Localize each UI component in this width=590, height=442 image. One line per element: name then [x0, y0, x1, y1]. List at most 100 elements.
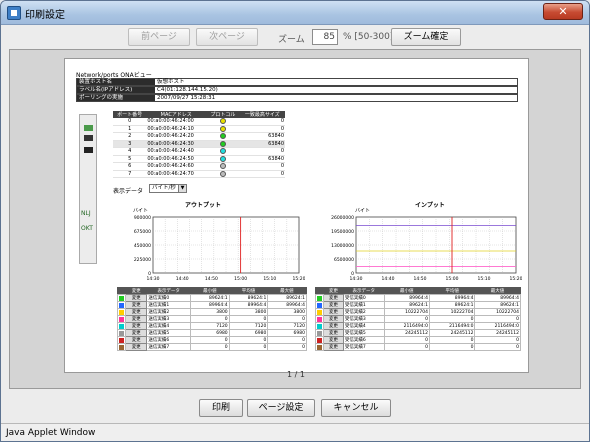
info-key: ポーリングの実施 [77, 95, 155, 101]
stats-row: 変更 送信実績7 0 0 0 [117, 343, 307, 351]
print-button[interactable]: 印刷 [199, 399, 243, 417]
port-number: 4 [113, 147, 147, 156]
min-value: 89964:4 [383, 294, 431, 302]
change-button[interactable]: 変更 [323, 301, 344, 309]
port-row[interactable]: 0 00:a0:00:46:24:00 0 [113, 118, 285, 126]
info-row-host: 装置ホスト名 仮想ホスト [76, 78, 518, 86]
stats-row: 変更 受信実績6 0 0 0 [315, 336, 521, 344]
port-row[interactable]: 6 00:a0:00:46:24:60 0 [113, 162, 285, 171]
status-icon [219, 125, 226, 132]
port-row[interactable]: 4 00:a0:00:46:24:40 0 [113, 147, 285, 156]
series-label: 受信実績7 [342, 343, 385, 351]
cancel-button[interactable]: キャンセル [321, 399, 391, 417]
port-table: ポート番号 MACアドレス プロトコル 一致最高サイズ 0 00:a0:00:46… [113, 111, 285, 178]
col-header: 一致最高サイズ [239, 111, 285, 118]
max-value: 89624:1 [474, 301, 521, 309]
x-tick-label: 15:20 [510, 276, 522, 282]
zoom-input[interactable]: 85 [312, 29, 338, 45]
x-tick-label: 14:30 [350, 276, 363, 282]
change-button[interactable]: 変更 [323, 322, 344, 330]
port-number: 6 [113, 162, 147, 171]
stats-row: 変更 送信実績2 3800 3800 3800 [117, 308, 307, 316]
stats-row: 変更 受信実績3 0 0 0 [315, 315, 521, 323]
port-row[interactable]: 2 00:a0:00:46:24:20 63840 [113, 132, 285, 141]
max-size: 0 [239, 125, 285, 133]
max-value: 0 [267, 343, 307, 351]
max-size: 0 [239, 147, 285, 156]
protocol-status [206, 125, 240, 133]
input-chart-title: インプット [415, 202, 445, 209]
min-value: 0 [190, 343, 230, 351]
series-label: 送信実績7 [146, 343, 192, 351]
port-row[interactable]: 5 00:a0:00:46:24:50 63840 [113, 155, 285, 163]
min-value: 0 [383, 336, 431, 344]
change-button[interactable]: 変更 [124, 294, 148, 302]
stats-col-header: 最小値 [190, 287, 230, 295]
display-data-label: 表示データ [113, 188, 144, 195]
y-tick-label: 26000000 [331, 215, 354, 221]
col-header: プロトコル [206, 111, 240, 118]
output-stats-table: 変更 表示データ 最小値 平均値 最大値 変更 送信実績0 89624:1 89624:1 896… [117, 287, 307, 351]
stats-row: 変更 受信実績5 24245112 24245112 24245112 [315, 329, 521, 337]
series-color-swatch [315, 308, 324, 316]
max-value: 89964:4 [474, 294, 521, 302]
port-number: 5 [113, 155, 147, 163]
change-button[interactable]: 変更 [124, 322, 148, 330]
series-color-swatch [315, 315, 324, 323]
min-value: 2116494:0 [383, 322, 431, 330]
change-button[interactable]: 変更 [323, 315, 344, 323]
y-tick-label: 225000 [134, 257, 151, 263]
series-color-swatch [315, 294, 324, 302]
max-size: 0 [239, 162, 285, 171]
prev-page-button[interactable]: 前ページ [128, 28, 190, 46]
series-color-swatch [117, 294, 126, 302]
max-value: 0 [474, 343, 521, 351]
change-button[interactable]: 変更 [124, 301, 148, 309]
print-preview-area[interactable]: Network/ports ONAビュー 装置ホスト名 仮想ホスト ラベル名(I… [9, 49, 581, 389]
input-stats-table: 変更 表示データ 最小値 平均値 最大値 変更 受信実績0 89964:4 89964:4 899… [315, 287, 521, 351]
change-button[interactable]: 変更 [124, 308, 148, 316]
change-button[interactable]: 変更 [323, 294, 344, 302]
change-button[interactable]: 変更 [124, 336, 148, 344]
protocol-status [206, 147, 240, 156]
change-button[interactable]: 変更 [323, 336, 344, 344]
series-label: 受信実績0 [342, 294, 385, 302]
min-value: 24245112 [383, 329, 431, 337]
status-icon [219, 118, 226, 124]
max-value: 0 [267, 315, 307, 323]
page-setup-button[interactable]: ページ設定 [247, 399, 315, 417]
display-data-select[interactable]: バイト/秒 ▼ [149, 184, 187, 193]
port-row[interactable]: 3 00:a0:00:46:24:30 63840 [113, 140, 285, 148]
stats-row: 変更 送信実績6 0 0 0 [117, 336, 307, 344]
status-icon [219, 148, 226, 154]
x-tick-label: 15:20 [293, 276, 305, 282]
zoom-apply-button[interactable]: ズーム確定 [391, 28, 461, 46]
x-tick-label: 14:50 [414, 276, 427, 282]
series-label: 受信実績5 [342, 329, 385, 337]
mac-address: 00:a0:00:46:24:00 [146, 118, 207, 126]
change-button[interactable]: 変更 [323, 308, 344, 316]
port-row[interactable]: 1 00:a0:00:46:24:10 0 [113, 125, 285, 133]
device-image: NLJ OKT [79, 114, 97, 264]
stats-header-row: 変更 表示データ 最小値 平均値 最大値 [117, 287, 307, 295]
port-row[interactable]: 7 00:a0:00:46:24:70 0 [113, 170, 285, 178]
change-button[interactable]: 変更 [124, 329, 148, 337]
toolbar: 前ページ 次ページ ズーム 85 % [50-300] ズーム確定 [1, 25, 589, 47]
series-label: 送信実績5 [146, 329, 192, 337]
next-page-button[interactable]: 次ページ [196, 28, 258, 46]
mac-address: 00:a0:00:46:24:70 [146, 170, 207, 178]
change-button[interactable]: 変更 [323, 343, 344, 351]
status-icon [219, 140, 226, 147]
close-button[interactable]: ✕ [543, 3, 583, 20]
change-button[interactable]: 変更 [323, 329, 344, 337]
port-icon [84, 147, 93, 153]
avg-value: 24245112 [428, 329, 476, 337]
y-tick-label: 13000000 [331, 243, 354, 249]
x-tick-label: 15:10 [478, 276, 491, 282]
change-button[interactable]: 変更 [124, 315, 148, 323]
output-chart: 900000675000450000225000014:30 14:40 14:50… [134, 215, 305, 282]
change-button[interactable]: 変更 [124, 343, 148, 351]
stats-row: 変更 送信実績4 7120 7120 7120 [117, 322, 307, 330]
stats-row: 変更 送信実績5 6980 6980 6980 [117, 329, 307, 337]
avg-value: 3800 [228, 308, 269, 316]
